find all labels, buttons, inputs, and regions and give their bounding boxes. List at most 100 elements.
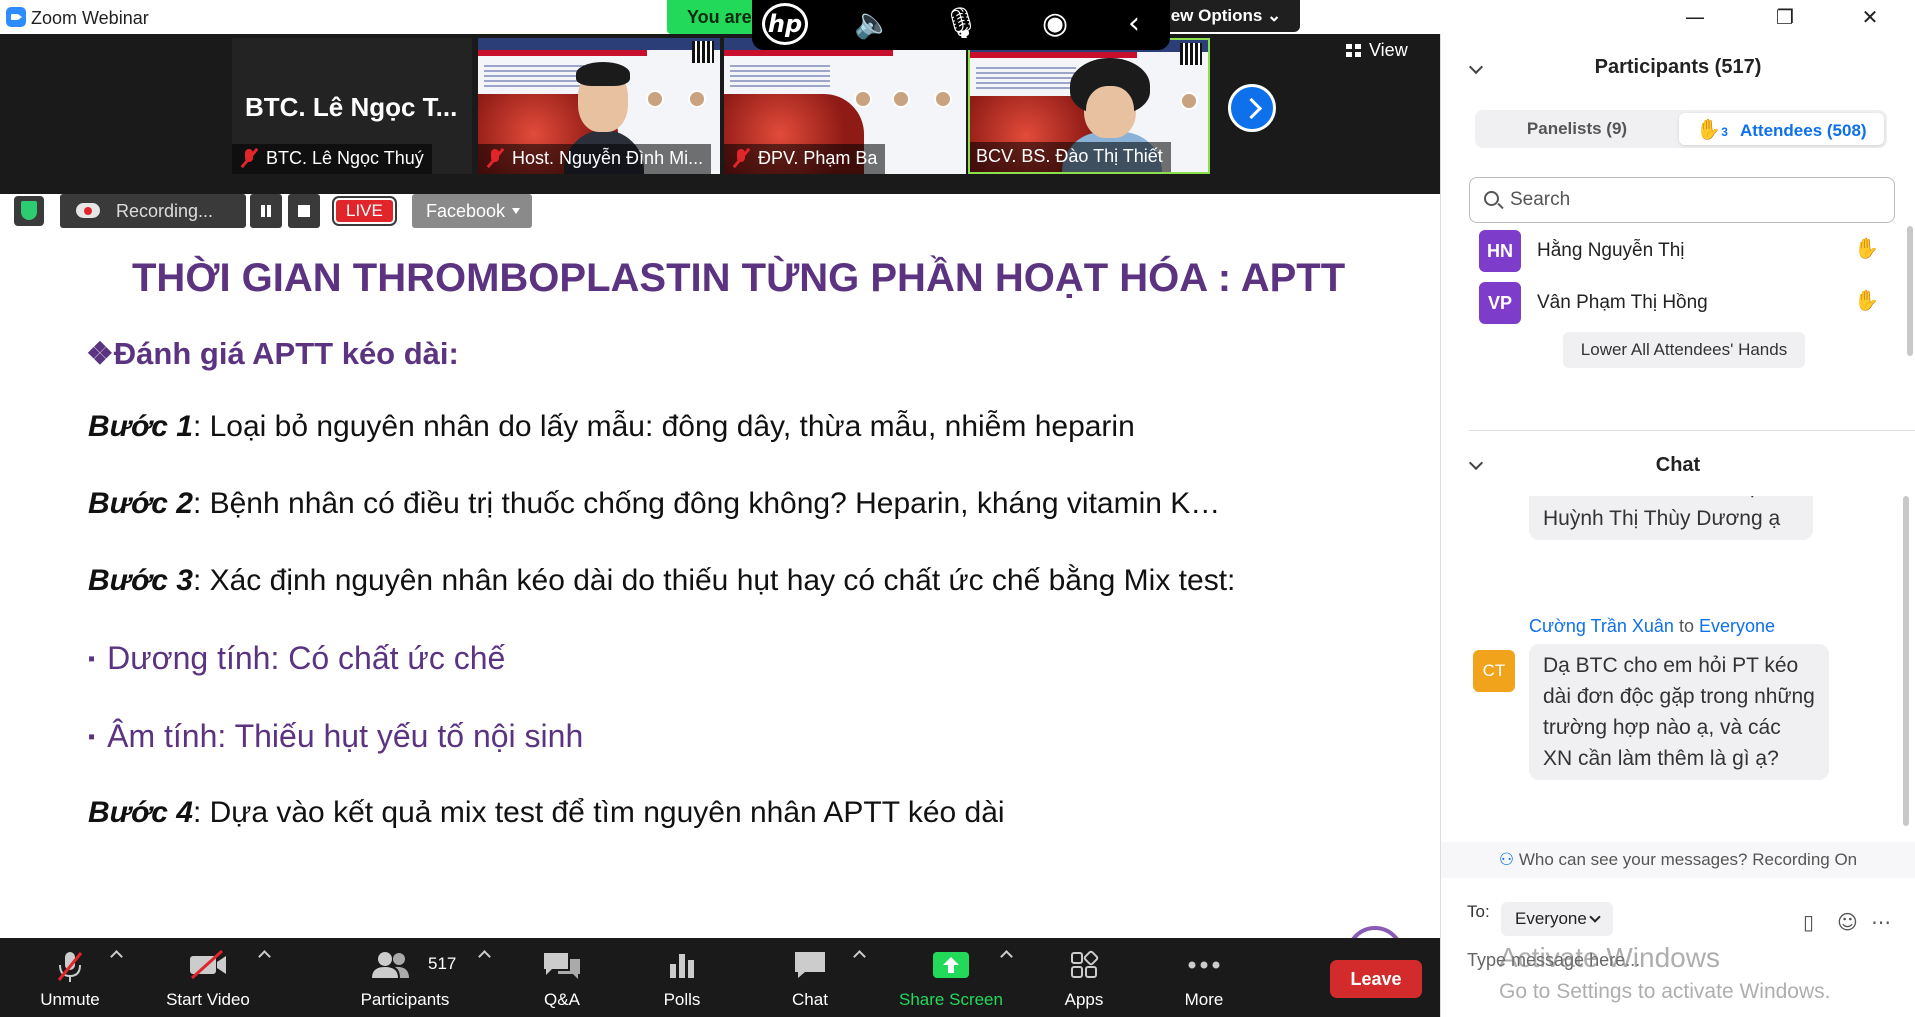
participants-button[interactable]: 517 Participants <box>350 938 460 1017</box>
chat-label: Chat <box>792 990 828 1009</box>
security-shield-icon[interactable] <box>14 196 44 226</box>
tile-label-text: BCV. BS. Đào Thị Thiết <box>976 146 1163 166</box>
chat-messages: Đinh Thanh Yến và chị Huỳnh Thị Thùy Dươ… <box>1441 496 1911 836</box>
slide-step: Bước 2: Bệnh nhân có điều trị thuốc chốn… <box>88 487 1220 521</box>
more-dots-icon <box>1188 961 1220 969</box>
slide-bullet: Âm tính: Thiếu hụt yếu tố nội sinh <box>88 718 583 755</box>
apps-label: Apps <box>1064 990 1104 1009</box>
avatar: CT <box>1473 650 1515 692</box>
video-tile-name-only[interactable]: BTC. Lê Ngọc T... BTC. Lê Ngọc Thuý <box>232 38 472 174</box>
share-screen-label: Share Screen <box>899 990 1003 1009</box>
qa-label: Q&A <box>544 990 580 1009</box>
next-page-button[interactable] <box>1228 84 1276 132</box>
slide-step: Bước 3: Xác định nguyên nhân kéo dài do … <box>88 564 1235 598</box>
divider <box>1469 430 1915 431</box>
slide-subtitle: ❖Đánh giá APTT kéo dài: <box>86 336 459 371</box>
to-label: To: <box>1467 902 1490 921</box>
muted-mic-icon <box>240 148 258 168</box>
view-options-button[interactable]: iew Options ⌄ <box>1160 0 1300 32</box>
slide-logo <box>1346 926 1404 938</box>
more-options-icon[interactable]: ⋯ <box>1871 910 1891 934</box>
video-tile[interactable]: Host. Nguyễn Đình Mi... <box>478 38 720 174</box>
zoom-logo-icon <box>6 7 26 27</box>
slide-bullet: Dương tính: Có chất ức chế <box>88 640 505 677</box>
avatar: VP <box>1479 282 1521 324</box>
slide-title: THỜI GIAN THROMBOPLASTIN TỪNG PHẦN HOẠT … <box>132 256 1346 300</box>
video-tile[interactable]: ĐPV. Phạm Ba <box>724 38 966 174</box>
shared-screen-slide: THỜI GIAN THROMBOPLASTIN TỪNG PHẦN HOẠT … <box>0 230 1440 938</box>
livestream-dropdown[interactable]: Facebook <box>412 194 532 228</box>
video-off-icon <box>190 950 226 980</box>
chat-scrollbar[interactable] <box>1903 496 1909 826</box>
recording-indicator: Recording... <box>60 194 246 228</box>
view-button-label: View <box>1369 40 1408 60</box>
avatar: HN <box>1479 230 1521 272</box>
step-label: Bước 2 <box>88 487 193 520</box>
chat-button[interactable]: Chat <box>770 938 850 1017</box>
step-label: Bước 1 <box>88 410 193 443</box>
participant-name: Vân Phạm Thị Hồng <box>1537 292 1708 313</box>
close-button[interactable]: ✕ <box>1850 4 1890 30</box>
chat-sender-name[interactable]: Cường Trần Xuân <box>1529 616 1674 636</box>
unmute-button[interactable]: Unmute <box>20 938 120 1017</box>
microphone-icon[interactable]: 🎙 <box>942 6 980 41</box>
slide-step: Bước 4: Dựa vào kết quả mix test để tìm … <box>88 796 1005 830</box>
restore-button[interactable]: ❐ <box>1765 4 1805 30</box>
tile-label: BTC. Lê Ngọc Thuý <box>232 144 432 174</box>
unmute-label: Unmute <box>40 990 100 1009</box>
recipient-dropdown[interactable]: Everyone <box>1501 902 1613 936</box>
participant-display-name: BTC. Lê Ngọc T... <box>245 92 458 122</box>
lower-all-hands-button[interactable]: Lower All Attendees' Hands <box>1563 332 1805 368</box>
tab-panelists[interactable]: Panelists (9) <box>1478 113 1676 145</box>
hp-audio-overlay: hp 🔈 🎙 ◉ ‹ <box>752 0 1170 50</box>
share-screen-arrow-icon <box>933 952 969 978</box>
pause-recording-button[interactable] <box>250 194 282 228</box>
chat-options-caret[interactable] <box>853 950 866 963</box>
tile-label-text: BTC. Lê Ngọc Thuý <box>266 148 424 168</box>
speaker-volume-icon[interactable]: 🔈 <box>854 6 891 41</box>
qa-button[interactable]: Q&A <box>522 938 602 1017</box>
screen-share-banner: You are <box>667 0 762 34</box>
gallery-grid-icon <box>1346 44 1361 57</box>
more-button[interactable]: More <box>1164 938 1244 1017</box>
qa-bubbles-icon <box>544 953 580 979</box>
window-title: Zoom Webinar <box>31 8 149 28</box>
participant-search[interactable] <box>1469 177 1895 223</box>
live-badge: LIVE <box>332 196 397 226</box>
participant-row[interactable]: HN Hằng Nguyễn Thị ✋ <box>1479 230 1879 272</box>
view-options-label: iew Options ⌄ <box>1166 6 1282 25</box>
leave-button[interactable]: Leave <box>1330 960 1422 998</box>
zoom-webinar-window: Zoom Webinar BTC. Lê Ngọc T... BTC. Lê N… <box>0 0 1915 1017</box>
participants-header: Participants (517) <box>1594 56 1762 78</box>
step-text: : Xác định nguyên nhân kéo dài do thiếu … <box>192 564 1236 597</box>
share-screen-button[interactable]: Share Screen <box>888 938 1014 1017</box>
step-text: : Loại bỏ nguyên nhân do lấy mẫu: đông d… <box>192 410 1135 443</box>
file-icon[interactable]: ▯ <box>1803 910 1814 934</box>
participant-row[interactable]: VP Vân Phạm Thị Hồng ✋ <box>1479 282 1879 324</box>
stop-recording-button[interactable] <box>288 194 320 228</box>
search-input[interactable] <box>1510 188 1880 212</box>
right-sidebar: Participants (517) Panelists (9) ✋3 Atten… <box>1440 34 1915 1017</box>
slide-step: Bước 1: Loại bỏ nguyên nhân do lấy mẫu: … <box>88 410 1135 444</box>
chat-message-bubble: Đinh Thanh Yến và chị Huỳnh Thị Thùy Dươ… <box>1529 496 1813 540</box>
chat-bubble-icon <box>795 952 825 978</box>
muted-mic-icon <box>732 148 750 168</box>
polls-button[interactable]: Polls <box>642 938 722 1017</box>
chat-header: Chat <box>1655 454 1701 476</box>
apps-button[interactable]: Apps <box>1044 938 1124 1017</box>
apps-grid-icon <box>1071 950 1099 978</box>
emoji-icon[interactable]: ☺ <box>1837 910 1858 934</box>
livestream-target-label: Facebook <box>426 201 506 221</box>
chevron-left-icon[interactable]: ‹ <box>1128 6 1140 41</box>
participants-options-caret[interactable] <box>478 950 491 963</box>
video-tile-active-speaker[interactable]: BCV. BS. Đào Thị Thiết <box>968 38 1210 174</box>
tab-attendees[interactable]: ✋3 Attendees (508) <box>1679 113 1884 145</box>
minimize-button[interactable]: — <box>1675 4 1715 30</box>
participants-scrollbar[interactable] <box>1907 226 1913 356</box>
message-visibility-info[interactable]: ⚇ Who can see your messages? Recording O… <box>1441 842 1915 878</box>
view-button[interactable]: View <box>1346 40 1408 61</box>
chat-message-header: Cường Trần Xuân to Everyone <box>1529 616 1775 637</box>
broadcast-icon[interactable]: ◉ <box>1042 6 1068 41</box>
tab-attendees-label: Attendees (508) <box>1739 121 1867 140</box>
start-video-button[interactable]: Start Video <box>150 938 266 1017</box>
